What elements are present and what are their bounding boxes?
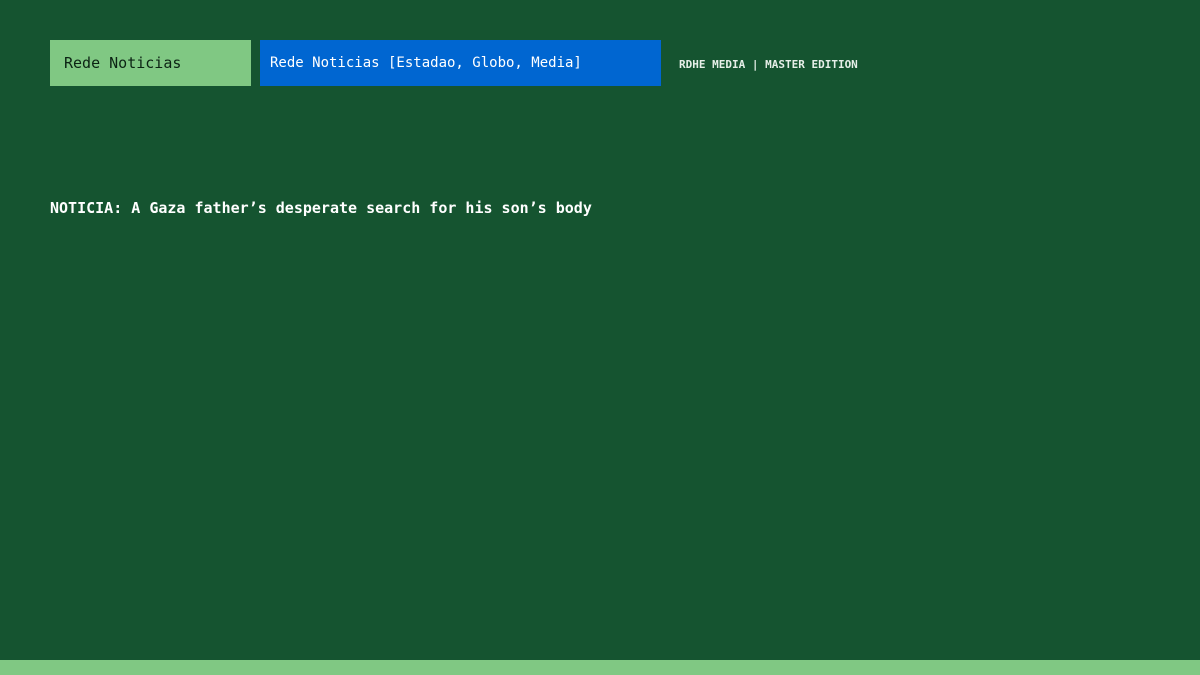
bottom-bar [0,660,1200,675]
news-headline: NOTICIA: A Gaza father’s desperate searc… [50,199,592,217]
tab-rede-noticias[interactable]: Rede Noticias [50,40,251,86]
brand-label: RDHE MEDIA | MASTER EDITION [679,58,858,71]
tab-rede-noticias-sources[interactable]: Rede Noticias [Estadao, Globo, Media] [260,40,661,86]
